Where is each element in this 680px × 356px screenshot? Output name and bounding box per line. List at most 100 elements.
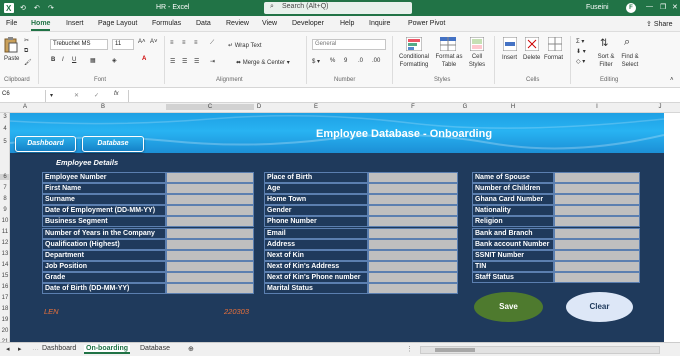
col1-field-input[interactable] [166, 183, 254, 195]
col3-field-input[interactable] [554, 205, 640, 217]
save-button[interactable]: Save [474, 292, 543, 322]
tab-inquire[interactable]: Inquire [369, 20, 390, 27]
fx-icon[interactable]: fx [114, 91, 119, 97]
tab-insert[interactable]: Insert [66, 20, 84, 27]
restore-icon[interactable]: ❐ [660, 3, 666, 11]
conditional-formatting-button[interactable]: Conditional Formatting [396, 53, 432, 69]
row-header[interactable]: 17 [0, 295, 10, 301]
find-select-button[interactable]: Find & Select [619, 53, 641, 69]
insert-cells-icon[interactable] [503, 37, 517, 51]
col3-field-input[interactable] [554, 194, 640, 206]
row-header[interactable]: 5 [0, 139, 10, 145]
clear-icon[interactable]: ◇ ▾ [576, 58, 585, 65]
increase-decimal-icon[interactable]: .0 [358, 58, 363, 64]
delete-cells-icon[interactable] [525, 37, 539, 51]
col2-field-input[interactable] [368, 283, 458, 294]
row-header[interactable]: 14 [0, 262, 10, 268]
sheet-tab-onboarding[interactable]: On-boarding [84, 345, 130, 354]
col3-field-input[interactable] [554, 271, 640, 283]
cut-icon[interactable]: ✂ [24, 37, 29, 44]
borders-icon[interactable]: ▦ [90, 57, 96, 64]
col2-field-input[interactable] [368, 249, 458, 261]
column-header[interactable]: B [40, 104, 166, 110]
tab-file[interactable]: File [6, 20, 17, 27]
col2-field-input[interactable] [368, 238, 458, 250]
find-select-icon[interactable]: ⌕ [624, 36, 630, 49]
row-header[interactable]: 12 [0, 240, 10, 246]
share-button[interactable]: ⇪ Share [646, 20, 673, 28]
row-header[interactable]: 3 [0, 114, 10, 120]
redo-icon[interactable]: ↷ [48, 4, 54, 12]
align-bottom-icon[interactable]: ≡ [194, 40, 198, 46]
autosave-icon[interactable]: ⟲ [20, 4, 26, 12]
column-header[interactable]: G [458, 104, 472, 110]
clear-button[interactable]: Clear [566, 292, 633, 322]
col2-field-input[interactable] [368, 194, 458, 206]
col3-field-input[interactable] [554, 249, 640, 261]
row-header[interactable]: 6 [0, 174, 10, 180]
row-header[interactable]: 7 [0, 185, 10, 191]
next-sheet-icon[interactable]: ▸ [18, 345, 22, 353]
col1-field-input[interactable] [166, 260, 254, 272]
column-header[interactable]: F [368, 104, 458, 110]
percent-icon[interactable]: % [330, 58, 335, 64]
align-left-icon[interactable]: ☰ [170, 58, 175, 65]
format-button[interactable]: Format [544, 55, 563, 61]
cell-styles-button[interactable]: Cell Styles [467, 53, 487, 69]
align-center-icon[interactable]: ☰ [182, 58, 187, 65]
enter-icon[interactable]: ✓ [94, 92, 99, 99]
format-as-table-button[interactable]: Format as Table [434, 53, 464, 69]
name-box[interactable]: C6 [0, 90, 46, 102]
number-format-select[interactable]: General [312, 39, 386, 50]
orientation-icon[interactable]: ⟋ [210, 40, 214, 47]
close-icon[interactable]: ✕ [672, 3, 678, 11]
wrap-text-button[interactable]: ↵ Wrap Text [228, 42, 262, 49]
font-color-icon[interactable]: A [142, 56, 146, 62]
tab-formulas[interactable]: Formulas [152, 20, 181, 27]
column-header[interactable]: D [254, 104, 264, 110]
row-header[interactable]: 9 [0, 207, 10, 213]
cell-styles-icon[interactable] [470, 37, 484, 51]
row-header[interactable]: 4 [0, 126, 10, 132]
row-header[interactable]: 11 [0, 229, 10, 235]
name-box-dropdown-icon[interactable]: ▾ [50, 92, 53, 99]
col1-field-input[interactable] [166, 249, 254, 261]
column-header[interactable]: H [472, 104, 554, 110]
autosum-icon[interactable]: Σ ▾ [576, 38, 584, 45]
merge-center-button[interactable]: ⬌ Merge & Center ▾ [236, 59, 290, 66]
decrease-decimal-icon[interactable]: .00 [372, 58, 380, 64]
tab-split-icon[interactable]: ⋮ [406, 345, 413, 353]
conditional-formatting-icon[interactable] [406, 37, 422, 51]
avatar[interactable]: F [626, 3, 636, 13]
col3-field-input[interactable] [554, 172, 640, 183]
insert-button[interactable]: Insert [502, 55, 517, 61]
sheet-tab-database[interactable]: Database [140, 345, 170, 352]
col2-field-input[interactable] [368, 260, 458, 272]
tab-review[interactable]: Review [226, 20, 249, 27]
format-cells-icon[interactable] [548, 37, 562, 51]
align-top-icon[interactable]: ≡ [170, 40, 174, 46]
row-header[interactable]: 15 [0, 273, 10, 279]
delete-button[interactable]: Delete [523, 55, 540, 61]
row-header[interactable]: 13 [0, 251, 10, 257]
column-header[interactable]: J [640, 104, 680, 110]
col2-field-input[interactable] [368, 205, 458, 217]
decrease-font-icon[interactable]: A˅ [150, 39, 158, 45]
row-header[interactable]: 16 [0, 284, 10, 290]
formula-input[interactable] [128, 90, 678, 102]
format-as-table-icon[interactable] [440, 37, 456, 51]
sheet-tab-dashboard[interactable]: Dashboard [42, 345, 76, 352]
font-size-select[interactable]: 11 [112, 39, 134, 50]
row-header[interactable]: 19 [0, 317, 10, 323]
copy-icon[interactable]: ⧉ [24, 48, 28, 55]
comma-icon[interactable]: 9 [344, 58, 347, 64]
scrollbar-thumb[interactable] [435, 348, 475, 352]
dashboard-button[interactable]: Dashboard [15, 136, 76, 152]
col1-field-input[interactable] [166, 205, 254, 217]
fill-color-icon[interactable]: ◈ [112, 57, 117, 64]
align-middle-icon[interactable]: ≡ [182, 40, 186, 46]
undo-icon[interactable]: ↶ [34, 4, 40, 12]
sort-filter-button[interactable]: Sort & Filter [596, 53, 616, 69]
col1-field-input[interactable] [166, 216, 254, 228]
column-header[interactable]: C [166, 104, 254, 110]
